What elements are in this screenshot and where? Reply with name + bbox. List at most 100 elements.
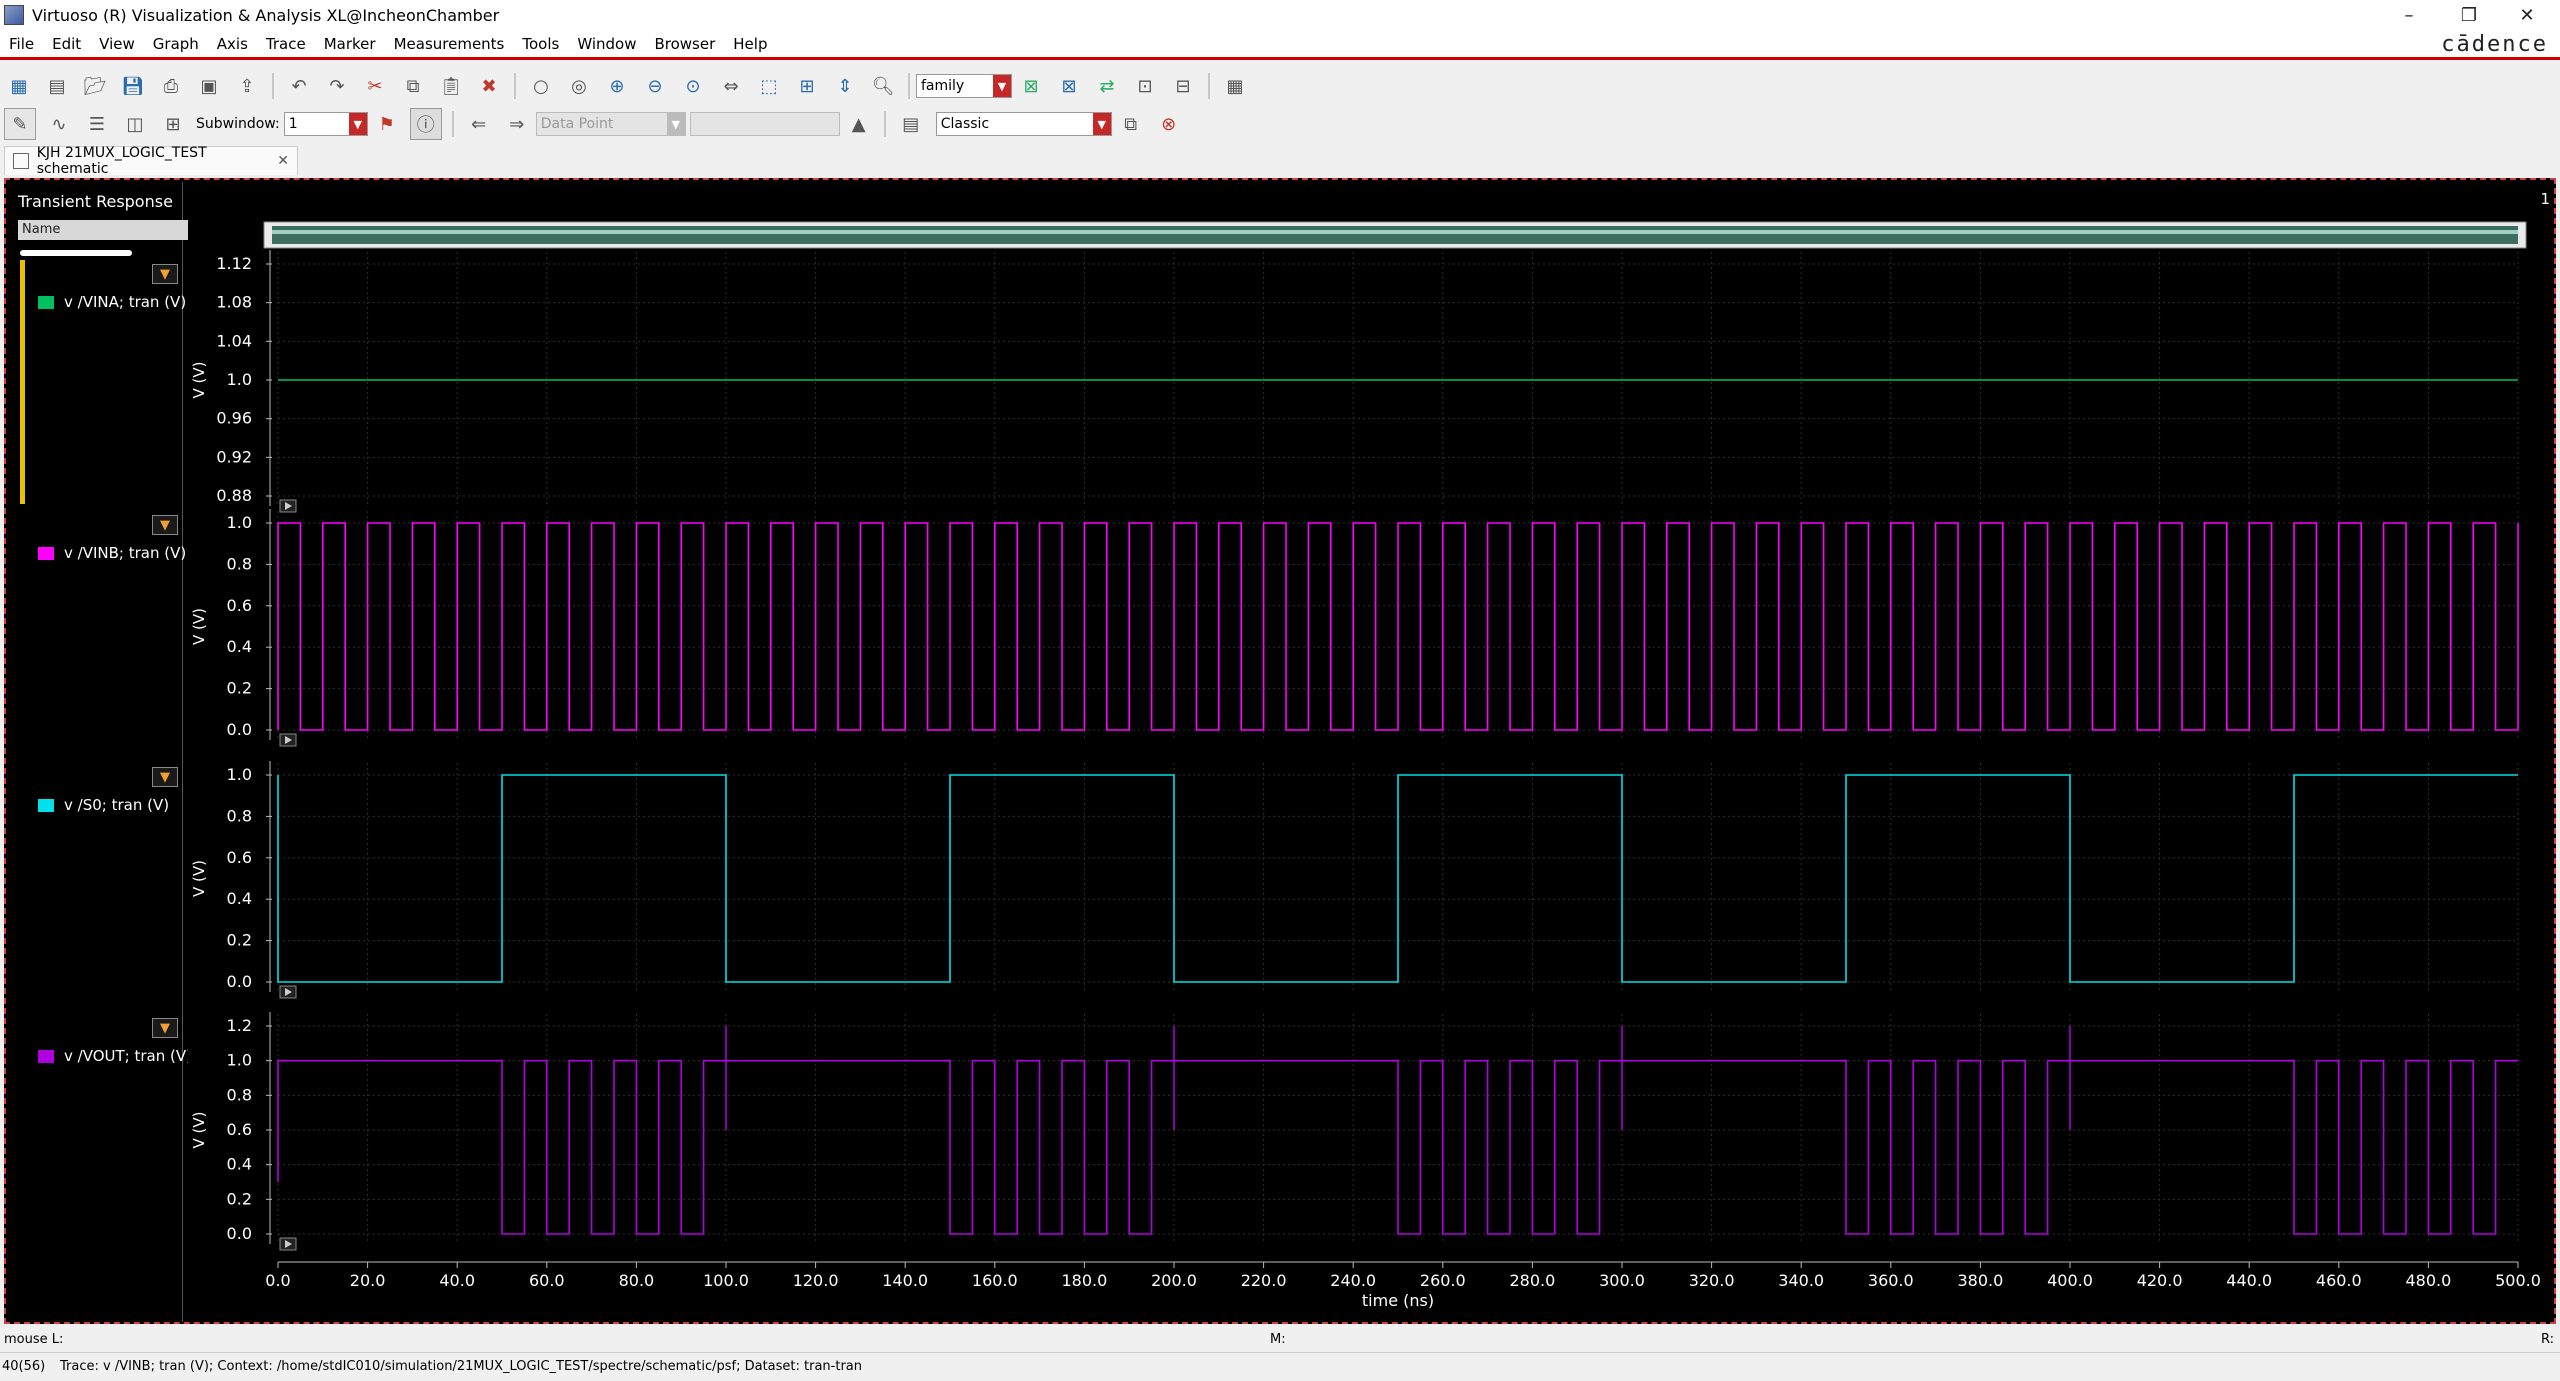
pointer-icon[interactable]: ✎ (4, 108, 36, 140)
toolbar-separator (272, 73, 274, 99)
datapoint-field[interactable] (689, 112, 840, 136)
zoom-x-icon[interactable]: ⇔ (716, 71, 746, 101)
mouse-right-status: R: (2540, 1332, 2554, 1347)
datapoint-combo[interactable]: Data Point ▼ (535, 112, 686, 136)
menu-marker[interactable]: Marker (315, 35, 385, 53)
close-tab-icon[interactable]: ✕ (277, 153, 289, 169)
filter-icon[interactable]: ▼ (152, 1018, 178, 1038)
save-icon[interactable]: 💾︎ (118, 71, 148, 101)
close-button[interactable]: ✕ (2498, 0, 2556, 30)
y-tick-label: 0.92 (216, 447, 252, 466)
menu-tools[interactable]: Tools (513, 35, 568, 53)
zoom-y-icon[interactable]: ⇕ (830, 71, 860, 101)
peak-icon[interactable]: ▲ (844, 109, 874, 139)
filter-icon[interactable]: ▼ (152, 515, 178, 535)
delete-icon[interactable]: ✖ (474, 71, 504, 101)
filter-icon[interactable]: ▼ (152, 264, 178, 284)
menu-browser[interactable]: Browser (645, 35, 724, 53)
style-combo[interactable]: Classic ▼ (935, 112, 1112, 136)
legend-scrollbar[interactable] (20, 250, 132, 256)
legend-swatch (38, 798, 54, 812)
family-plot-icon[interactable]: ⊠ (1016, 71, 1046, 101)
x-scroll-thumb-highlight (272, 230, 2518, 234)
mouse-status-bar: mouse L: M: R: (0, 1330, 2560, 1350)
restore-button[interactable]: ❐ (2440, 0, 2498, 30)
waveform-chart[interactable]: 1.12 1.08 1.04 1.0 0.96 0.92 0.88 V (V) 1.0 0.8 0.… (184, 180, 2556, 1320)
legend-label: v /S0; tran (V) (64, 796, 170, 814)
zoom-box-icon[interactable]: ⬚ (754, 71, 784, 101)
x-tick-label: 360.0 (1868, 1271, 1914, 1290)
export-icon[interactable]: ⇪ (232, 71, 262, 101)
tab-schematic[interactable]: KJH 21MUX_LOGIC_TEST schematic ✕ (4, 145, 298, 177)
marker-flag-icon[interactable]: ⚑ (372, 109, 402, 139)
zoom-out-icon[interactable]: ⊖ (640, 71, 670, 101)
x-tick-label: 500.0 (2495, 1271, 2541, 1290)
spreadsheet-icon[interactable]: ⊟ (1168, 71, 1198, 101)
y-tick-label: 0.2 (227, 679, 252, 698)
calculator-icon[interactable]: ▤ (896, 109, 926, 139)
mouse-middle-status: M: (1270, 1332, 1286, 1347)
x-tick-label: 120.0 (793, 1271, 839, 1290)
name-column-header[interactable]: Name (18, 220, 188, 240)
tile-icon[interactable]: ⊞ (158, 109, 188, 139)
subwindow-label: Subwindow: (196, 116, 280, 132)
stack-icon[interactable]: ☰ (82, 109, 112, 139)
cut-icon[interactable]: ✂ (360, 71, 390, 101)
x-tick-label: 140.0 (882, 1271, 928, 1290)
print-preview-icon[interactable]: ▣ (194, 71, 224, 101)
apply-style-icon[interactable]: ⧉ (1116, 109, 1146, 139)
back-arrow-icon[interactable]: ⇐ (464, 109, 494, 139)
menu-file[interactable]: File (0, 35, 43, 53)
plot-window: Transient Response Name v /VINA; tran (V… (4, 178, 2556, 1324)
zoom-region-icon[interactable]: ⊞ (792, 71, 822, 101)
magnify-icon[interactable]: 🔍︎ (868, 71, 898, 101)
open-folder-icon[interactable]: 📂︎ (80, 71, 110, 101)
y-tick-label: 1.0 (227, 1051, 252, 1070)
info-icon[interactable]: ⓘ (409, 108, 442, 140)
y-tick-label: 1.08 (216, 293, 252, 312)
legend-item-vinb[interactable]: v /VINB; tran (V) (38, 544, 188, 562)
plot-title: Transient Response (18, 192, 173, 211)
menu-axis[interactable]: Axis (208, 35, 257, 53)
menu-help[interactable]: Help (724, 35, 776, 53)
zoom-fit-icon[interactable]: ⊙ (678, 71, 708, 101)
reset-style-icon[interactable]: ⊗ (1154, 109, 1184, 139)
family-combo[interactable]: family ▼ (916, 74, 1012, 98)
new-window-icon[interactable]: ▦ (4, 71, 34, 101)
calc-icon[interactable]: ⊡ (1130, 71, 1160, 101)
menu-measurements[interactable]: Measurements (385, 35, 514, 53)
y-axis-label: V (V) (190, 1112, 208, 1149)
undo-icon[interactable]: ↶ (284, 71, 314, 101)
menu-edit[interactable]: Edit (43, 35, 90, 53)
subwindow-combo[interactable]: 1 ▼ (283, 112, 368, 136)
zoom-in-icon[interactable]: ⊕ (602, 71, 632, 101)
menu-window[interactable]: Window (568, 35, 645, 53)
legend-item-s0[interactable]: v /S0; tran (V) (38, 796, 188, 814)
grid-icon[interactable]: ▦ (1220, 71, 1250, 101)
copy-icon[interactable]: ⧉ (398, 71, 428, 101)
menu-graph[interactable]: Graph (144, 35, 208, 53)
secondary-toolbar: ✎ ∿ ☰ ◫ ⊞ Subwindow: 1 ▼ ⚑ ⓘ ⇐ ⇒ Data Po… (0, 106, 2560, 142)
menu-trace[interactable]: Trace (257, 35, 315, 53)
legend-item-vina[interactable]: v /VINA; tran (V) (38, 293, 188, 311)
minimize-button[interactable]: – (2380, 0, 2438, 30)
x-tick-label: 420.0 (2137, 1271, 2183, 1290)
split-icon[interactable]: ◫ (120, 109, 150, 139)
menu-view[interactable]: View (90, 35, 144, 53)
y-tick-label: 0.4 (227, 637, 252, 656)
filter-icon[interactable]: ▼ (152, 767, 178, 787)
circle-icon[interactable]: ○ (526, 71, 556, 101)
window-title: Virtuoso (R) Visualization & Analysis XL… (32, 5, 500, 25)
redo-icon[interactable]: ↷ (322, 71, 352, 101)
x-tick-label: 80.0 (619, 1271, 655, 1290)
print-icon[interactable]: ⎙ (156, 71, 186, 101)
legend-item-vout[interactable]: v /VOUT; tran (V) (38, 1047, 188, 1065)
circle-filled-icon[interactable]: ◎ (564, 71, 594, 101)
forward-arrow-icon[interactable]: ⇒ (502, 109, 532, 139)
overlay-icon[interactable]: ⊠ (1054, 71, 1084, 101)
new-subwindow-icon[interactable]: ▤ (42, 71, 72, 101)
swap-icon[interactable]: ⇄ (1092, 71, 1122, 101)
wave-icon[interactable]: ∿ (44, 109, 74, 139)
paste-icon[interactable]: 📋︎ (436, 71, 466, 101)
x-tick-label: 380.0 (1957, 1271, 2003, 1290)
